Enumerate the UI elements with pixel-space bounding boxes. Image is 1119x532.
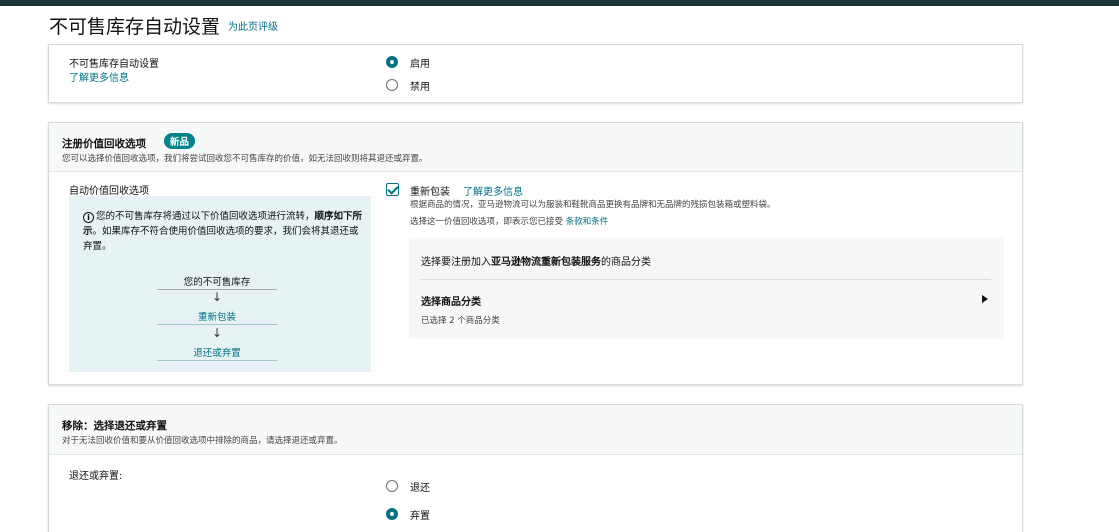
category-prompt: 选择要注册加入亚马逊物流重新包装服务的商品分类: [421, 253, 651, 268]
disable-radio-label[interactable]: 禁用: [410, 78, 430, 93]
flow-step-repack: 重新包装: [157, 309, 277, 325]
info-text-pre: 您的不可售库存将通过以下价值回收选项进行流转，: [96, 211, 315, 222]
return-radio[interactable]: [386, 480, 398, 492]
category-prompt-bold: 亚马逊物流重新包装服务: [491, 257, 601, 268]
auto-settings-card: 不可售库存自动设置 了解更多信息 启用 禁用: [48, 44, 1023, 103]
auto-settings-label: 不可售库存自动设置: [69, 59, 159, 70]
category-selection-panel: 选择要注册加入亚马逊物流重新包装服务的商品分类 选择商品分类 已选择 2 个商品…: [409, 238, 1004, 339]
repack-description: 根据商品的情况，亚马逊物流可以为服装和鞋靴商品更换有品牌和无品牌的残损包装箱或塑…: [410, 200, 776, 210]
category-prompt-post: 的商品分类: [601, 257, 651, 268]
info-text: i 您的不可售库存将通过以下价值回收选项进行流转，顺序如下所示。如果库存不符合使用…: [83, 209, 363, 254]
value-recovery-header: 注册价值回收选项 新品 您可以选择价值回收选项，我们将尝试回收您不可售库存的价值…: [49, 123, 1022, 172]
top-bar: [0, 0, 1119, 6]
flow-step-inventory: 您的不可售库存: [157, 274, 277, 290]
rate-page-link[interactable]: 为此页评级: [228, 18, 278, 33]
auto-settings-learn-more-link[interactable]: 了解更多信息: [69, 69, 129, 84]
info-panel: i 您的不可售库存将通过以下价值回收选项进行流转，顺序如下所示。如果库存不符合使用…: [69, 196, 371, 372]
removal-header: 移除：选择退还或弃置 对于无法回收价值和要从价值回收选项中排除的商品，请选择退还…: [49, 405, 1022, 455]
return-dispose-label: 退还或弃置:: [69, 471, 123, 482]
return-radio-label[interactable]: 退还: [410, 479, 430, 494]
info-icon: i: [83, 212, 94, 223]
enable-radio[interactable]: [386, 56, 398, 68]
down-arrow-icon: ↓: [211, 326, 223, 340]
value-recovery-body: 自动价值回收选项 i 您的不可售库存将通过以下价值回收选项进行流转，顺序如下所示。…: [49, 172, 1022, 384]
value-recovery-card: 注册价值回收选项 新品 您可以选择价值回收选项，我们将尝试回收您不可售库存的价值…: [48, 122, 1023, 385]
value-recovery-title: 注册价值回收选项: [62, 138, 146, 150]
value-recovery-description: 您可以选择价值回收选项，我们将尝试回收您不可售库存的价值，如无法回收则将其退还或…: [62, 154, 428, 164]
select-category-row[interactable]: 选择商品分类 已选择 2 个商品分类: [409, 283, 1004, 333]
new-badge: 新品: [164, 133, 196, 149]
removal-card: 移除：选择退还或弃置 对于无法回收价值和要从价值回收选项中排除的商品，请选择退还…: [48, 404, 1023, 532]
disable-radio[interactable]: [386, 79, 398, 91]
category-prompt-pre: 选择要注册加入: [421, 257, 491, 268]
repack-learn-more-link[interactable]: 了解更多信息: [463, 183, 523, 198]
dispose-radio-label[interactable]: 弃置: [410, 507, 430, 522]
terms-link[interactable]: 条款和条件: [566, 217, 609, 227]
removal-description: 对于无法回收价值和要从价值回收选项中排除的商品，请选择退还或弃置。: [62, 436, 343, 446]
flow-step-return-dispose: 退还或弃置: [157, 345, 277, 361]
removal-title: 移除：选择退还或弃置: [62, 420, 167, 432]
auto-recovery-label: 自动价值回收选项: [69, 186, 149, 197]
terms-text: 选择这一价值回收选项，即表示您已接受 条款和条件: [410, 215, 608, 227]
page-title: 不可售库存自动设置: [49, 16, 221, 38]
select-category-label[interactable]: 选择商品分类: [421, 293, 481, 308]
terms-prefix: 选择这一价值回收选项，即表示您已接受: [410, 217, 564, 227]
selected-count: 已选择 2 个商品分类: [421, 316, 500, 326]
repack-checkbox[interactable]: [386, 183, 399, 196]
enable-radio-label[interactable]: 启用: [410, 55, 430, 70]
repack-label[interactable]: 重新包装: [410, 183, 450, 198]
down-arrow-icon: ↓: [211, 290, 223, 304]
divider: [421, 279, 991, 280]
dispose-radio[interactable]: [386, 508, 398, 520]
info-text-post: 。如果库存不符合使用价值回收选项的要求，我们会将其退还或弃置。: [83, 226, 359, 252]
triangle-right-icon[interactable]: [982, 295, 988, 303]
